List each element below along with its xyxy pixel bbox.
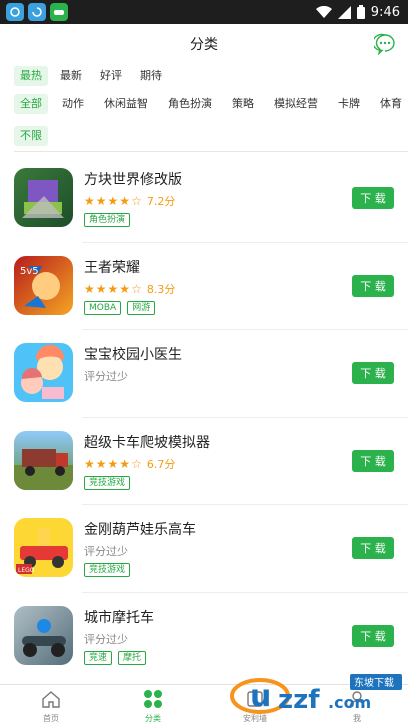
genre-casual[interactable]: 休闲益智 bbox=[98, 94, 154, 114]
download-button[interactable]: 下 载 bbox=[352, 624, 394, 647]
sort-new[interactable]: 最新 bbox=[54, 66, 88, 86]
list-item[interactable]: LEGO 金刚葫芦娃乐高车 评分过少 竞技游戏 下 载 bbox=[0, 505, 408, 593]
status-time: 9:46 bbox=[370, 4, 400, 20]
star-icon: ★ bbox=[119, 456, 131, 471]
app-name[interactable]: 方块世界修改版 bbox=[84, 169, 182, 189]
genre-filter-row: 全部 动作 休闲益智 角色扮演 策略 模拟经营 卡牌 体育 bbox=[14, 94, 408, 114]
app-name[interactable]: 城市摩托车 bbox=[84, 607, 154, 627]
genre-strategy[interactable]: 策略 bbox=[226, 94, 260, 114]
nav-home[interactable]: 首页 bbox=[0, 685, 102, 727]
star-icon: ★ bbox=[95, 194, 107, 208]
star-empty-icon: ☆ bbox=[131, 456, 142, 471]
app-tag[interactable]: 网游 bbox=[127, 300, 156, 315]
app-rating: ★ ★ ★ ★ ☆ 7.2分 bbox=[84, 193, 175, 209]
app-rating-text: 评分过少 bbox=[84, 632, 128, 646]
app-tag[interactable]: 竞技游戏 bbox=[84, 475, 131, 490]
download-button[interactable]: 下 载 bbox=[352, 362, 394, 384]
wifi-icon bbox=[315, 5, 332, 18]
sort-hot[interactable]: 最热 bbox=[14, 66, 48, 86]
gamepad-app-icon bbox=[50, 3, 68, 21]
genre-sports[interactable]: 体育 bbox=[374, 94, 408, 114]
star-empty-icon: ☆ bbox=[131, 281, 142, 296]
filter-divider bbox=[14, 151, 408, 152]
title-bar: 分类 bbox=[0, 24, 408, 64]
chat-bubble-icon[interactable] bbox=[372, 33, 396, 56]
download-button[interactable]: 下 载 bbox=[352, 187, 394, 209]
app-score: 7.2分 bbox=[146, 195, 176, 208]
genre-rpg[interactable]: 角色扮演 bbox=[162, 94, 218, 114]
sync-app-icon bbox=[6, 3, 24, 21]
app-name[interactable]: 宝宝校园小医生 bbox=[84, 344, 182, 364]
page-title: 分类 bbox=[190, 37, 218, 53]
app-name[interactable]: 金刚葫芦娃乐高车 bbox=[84, 519, 196, 539]
block-world-icon bbox=[14, 168, 73, 227]
app-score: 6.7分 bbox=[146, 457, 176, 471]
honor-of-kings-icon: 5v5 bbox=[14, 255, 73, 315]
nav-label: 分类 bbox=[145, 714, 161, 723]
star-icon: ★ bbox=[119, 281, 131, 296]
svg-text:LEGO: LEGO bbox=[18, 567, 35, 574]
baby-doctor-icon bbox=[14, 343, 73, 402]
category-icon bbox=[144, 690, 162, 708]
app-rating: ★ ★ ★ ★ ☆ 8.3分 bbox=[84, 281, 175, 297]
genre-simulation[interactable]: 模拟经营 bbox=[268, 94, 324, 114]
download-button[interactable]: 下 载 bbox=[352, 449, 394, 472]
app-tag[interactable]: 角色扮演 bbox=[84, 213, 131, 227]
watermark-logo: u zzf .com 东坡下载 bbox=[228, 668, 404, 718]
star-icon: ★ bbox=[107, 194, 119, 208]
list-item[interactable]: 5v5 王者荣耀 ★ ★ ★ ★ ☆ 8.3分 MOBA 网游 下 载 bbox=[0, 243, 408, 330]
truck-icon bbox=[14, 430, 73, 490]
svg-text:东坡下载: 东坡下载 bbox=[354, 676, 394, 689]
list-item[interactable]: 方块世界修改版 ★ ★ ★ ★ ☆ 7.2分 角色扮演 下 载 bbox=[0, 155, 408, 243]
signal-icon bbox=[337, 5, 351, 19]
app-name[interactable]: 超级卡车爬坡模拟器 bbox=[84, 432, 210, 452]
status-bar: 9:46 bbox=[0, 0, 408, 24]
size-filter-row: 不限 bbox=[14, 124, 54, 146]
list-item[interactable]: 城市摩托车 评分过少 竞速 摩托 下 载 bbox=[0, 593, 408, 681]
nav-category[interactable]: 分类 bbox=[102, 685, 204, 727]
sort-filter-row: 最热 最新 好评 期待 bbox=[14, 66, 174, 86]
svg-text:.com: .com bbox=[328, 693, 371, 712]
star-icon: ★ bbox=[84, 194, 95, 208]
home-icon bbox=[42, 691, 60, 708]
app-rating-text: 评分过少 bbox=[84, 545, 128, 558]
refresh-app-icon bbox=[28, 3, 46, 21]
nav-label: 首页 bbox=[43, 714, 59, 723]
star-icon: ★ bbox=[84, 456, 95, 471]
app-rating: ★ ★ ★ ★ ☆ 6.7分 bbox=[84, 456, 175, 472]
app-tag[interactable]: 竞技游戏 bbox=[84, 563, 131, 577]
genre-card[interactable]: 卡牌 bbox=[332, 94, 366, 114]
star-icon: ★ bbox=[107, 456, 119, 471]
genre-action[interactable]: 动作 bbox=[56, 94, 90, 114]
app-tag[interactable]: 竞速 bbox=[84, 650, 113, 665]
list-item[interactable]: 超级卡车爬坡模拟器 ★ ★ ★ ★ ☆ 6.7分 竞技游戏 下 载 bbox=[0, 418, 408, 505]
motorbike-icon bbox=[14, 605, 73, 665]
list-item[interactable]: 宝宝校园小医生 评分过少 下 载 bbox=[0, 330, 408, 418]
download-button[interactable]: 下 载 bbox=[352, 537, 394, 559]
star-icon: ★ bbox=[107, 281, 119, 296]
size-unlimited[interactable]: 不限 bbox=[14, 126, 48, 146]
app-tag[interactable]: MOBA bbox=[84, 300, 122, 315]
genre-all[interactable]: 全部 bbox=[14, 94, 48, 114]
star-icon: ★ bbox=[95, 456, 107, 471]
app-score: 8.3分 bbox=[146, 282, 176, 296]
sort-upcoming[interactable]: 期待 bbox=[134, 66, 168, 86]
app-list: 方块世界修改版 ★ ★ ★ ★ ☆ 7.2分 角色扮演 下 载 5v5 王者荣耀 ★ ★ ★… bbox=[0, 155, 408, 680]
svg-text:zzf: zzf bbox=[278, 685, 320, 715]
app-rating-text: 评分过少 bbox=[84, 370, 128, 383]
app-tag[interactable]: 摩托 bbox=[118, 650, 147, 665]
app-name[interactable]: 王者荣耀 bbox=[84, 257, 140, 277]
star-icon: ★ bbox=[119, 194, 131, 208]
svg-text:u: u bbox=[250, 679, 271, 714]
star-icon: ★ bbox=[95, 281, 107, 296]
download-button[interactable]: 下 载 bbox=[352, 274, 394, 297]
star-empty-icon: ☆ bbox=[131, 194, 142, 208]
battery-icon bbox=[356, 5, 365, 19]
svg-text:5v5: 5v5 bbox=[20, 266, 39, 277]
sort-rating[interactable]: 好评 bbox=[94, 66, 128, 86]
star-icon: ★ bbox=[84, 281, 95, 296]
lego-car-icon: LEGO bbox=[14, 518, 73, 577]
